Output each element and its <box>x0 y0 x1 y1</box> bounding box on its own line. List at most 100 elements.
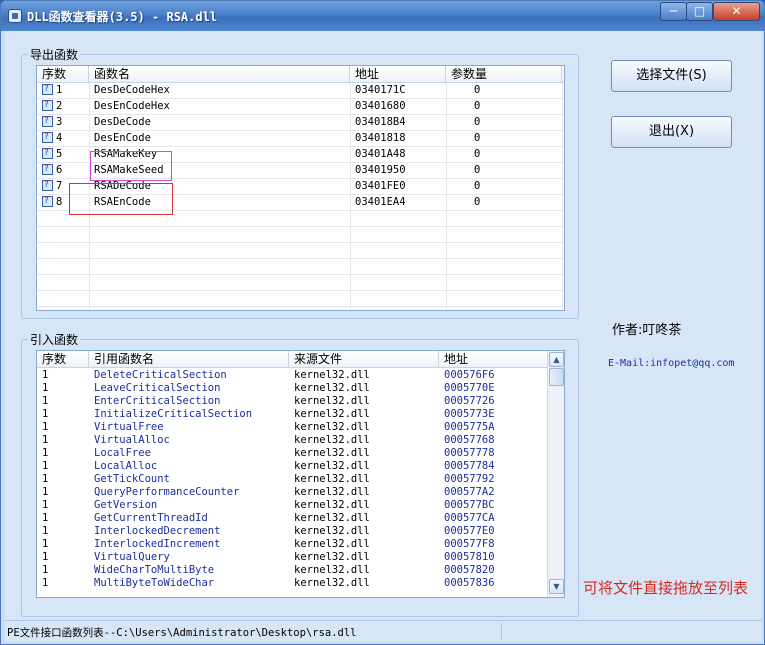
import-row[interactable]: 1 InitializeCriticalSection kernel32.dll 00… <box>37 408 547 421</box>
import-source: kernel32.dll <box>294 434 370 446</box>
import-name: GetTickCount <box>94 473 170 485</box>
import-ordinal: 1 <box>42 408 49 420</box>
import-ordinal: 1 <box>42 512 49 524</box>
email-link[interactable]: E-Mail:infopet@qq.com <box>608 358 734 369</box>
exports-col-params[interactable]: 参数量 <box>446 66 562 83</box>
import-ordinal: 1 <box>42 538 49 550</box>
import-ordinal: 1 <box>42 382 49 394</box>
import-row[interactable]: 1 WideCharToMultiByte kernel32.dll 00057820 <box>37 564 547 577</box>
import-address: 00057778 <box>444 447 495 459</box>
import-address: 000577BC <box>444 499 495 511</box>
export-address: 034018B4 <box>355 116 406 128</box>
export-row[interactable]: 2 DesEnCodeHex 03401680 0 <box>37 99 564 115</box>
scroll-thumb[interactable] <box>549 368 564 386</box>
import-row[interactable]: 1 InterlockedDecrement kernel32.dll 000577E… <box>37 525 547 538</box>
export-address: 03401818 <box>355 132 406 144</box>
imports-col-address[interactable]: 地址 <box>439 351 549 368</box>
import-row[interactable]: 1 EnterCriticalSection kernel32.dll 0005772… <box>37 395 547 408</box>
import-row[interactable]: 1 GetTickCount kernel32.dll 00057792 <box>37 473 547 486</box>
close-button[interactable]: ✕ <box>713 2 760 21</box>
highlight-box-rsa-key <box>90 151 172 181</box>
exports-list[interactable]: 序数 函数名 地址 参数量 1 DesDeCodeHex 0340171C 0 2 Des… <box>36 65 565 311</box>
import-row[interactable]: 1 VirtualFree kernel32.dll 0005775A <box>37 421 547 434</box>
export-name: DesDeCode <box>94 116 151 128</box>
close-icon: ✕ <box>731 4 742 18</box>
import-name: InterlockedIncrement <box>94 538 221 550</box>
import-row[interactable]: 1 QueryPerformanceCounter kernel32.dll 0005… <box>37 486 547 499</box>
title-bar[interactable]: DLL函数查看器(3.5) - RSA.dll ─ □ ✕ <box>1 1 764 31</box>
help-doc-icon <box>42 195 53 209</box>
import-name: MultiByteToWideChar <box>94 577 215 589</box>
help-doc-icon <box>42 115 53 129</box>
import-row[interactable]: 1 GetCurrentThreadId kernel32.dll 000577CA <box>37 512 547 525</box>
imports-col-source[interactable]: 来源文件 <box>289 351 439 368</box>
help-doc-icon <box>42 179 53 193</box>
export-params: 0 <box>474 196 481 208</box>
export-name: DesEnCode <box>94 132 151 144</box>
import-address: 00057768 <box>444 434 495 446</box>
empty-row <box>37 227 564 243</box>
import-row[interactable]: 1 GetVersion kernel32.dll 000577BC <box>37 499 547 512</box>
import-address: 00057726 <box>444 395 495 407</box>
maximize-button[interactable]: □ <box>686 2 713 21</box>
import-address: 0005770E <box>444 382 495 394</box>
import-address: 000577F8 <box>444 538 495 550</box>
import-name: LocalAlloc <box>94 460 158 472</box>
scroll-up-arrow-icon[interactable]: ▲ <box>549 352 564 367</box>
author-label: 作者:叮咚茶 <box>612 323 682 338</box>
import-address: 0005775A <box>444 421 495 433</box>
export-params: 0 <box>474 164 481 176</box>
import-name: VirtualAlloc <box>94 434 170 446</box>
import-row[interactable]: 1 MultiByteToWideChar kernel32.dll 00057836 <box>37 577 547 590</box>
export-params: 0 <box>474 84 481 96</box>
import-name: QueryPerformanceCounter <box>94 486 240 498</box>
import-address: 000577CA <box>444 512 495 524</box>
import-ordinal: 1 <box>42 421 49 433</box>
import-row[interactable]: 1 VirtualAlloc kernel32.dll 00057768 <box>37 434 547 447</box>
export-address: 03401FE0 <box>355 180 406 192</box>
window-title: DLL函数查看器(3.5) - RSA.dll <box>27 10 218 24</box>
export-ordinal: 6 <box>37 163 89 179</box>
export-row[interactable]: 3 DesDeCode 034018B4 0 <box>37 115 564 131</box>
imports-group: 引入函数 序数 引用函数名 来源文件 地址 1 DeleteCriticalSec… <box>21 331 579 617</box>
minimize-button[interactable]: ─ <box>660 2 687 21</box>
import-row[interactable]: 1 LeaveCriticalSection kernel32.dll 0005770… <box>37 382 547 395</box>
import-ordinal: 1 <box>42 525 49 537</box>
import-source: kernel32.dll <box>294 538 370 550</box>
imports-list-header: 序数 引用函数名 来源文件 地址 <box>37 351 549 368</box>
import-name: DeleteCriticalSection <box>94 369 227 381</box>
main-window: DLL函数查看器(3.5) - RSA.dll ─ □ ✕ 导出函数 序数 函数… <box>0 0 765 645</box>
import-row[interactable]: 1 DeleteCriticalSection kernel32.dll 000576… <box>37 369 547 382</box>
help-doc-icon <box>42 131 53 145</box>
import-row[interactable]: 1 LocalAlloc kernel32.dll 00057784 <box>37 460 547 473</box>
scroll-down-arrow-icon[interactable]: ▼ <box>549 579 564 594</box>
import-name: EnterCriticalSection <box>94 395 221 407</box>
exports-group-title: 导出函数 <box>28 46 81 63</box>
empty-row <box>37 291 564 307</box>
imports-list[interactable]: 序数 引用函数名 来源文件 地址 1 DeleteCriticalSection k… <box>36 350 565 598</box>
import-row[interactable]: 1 VirtualQuery kernel32.dll 00057810 <box>37 551 547 564</box>
exports-col-name[interactable]: 函数名 <box>89 66 350 83</box>
imports-col-name[interactable]: 引用函数名 <box>89 351 289 368</box>
export-row[interactable]: 4 DesEnCode 03401818 0 <box>37 131 564 147</box>
import-ordinal: 1 <box>42 369 49 381</box>
select-file-button[interactable]: 选择文件(S) <box>611 60 732 92</box>
imports-scrollbar[interactable]: ▲ ▼ <box>547 351 564 597</box>
import-name: GetVersion <box>94 499 158 511</box>
export-address: 03401A48 <box>355 148 406 160</box>
export-ordinal: 1 <box>37 83 89 99</box>
status-bar: PE文件接口函数列表--C:\Users\Administrator\Deskt… <box>5 620 762 642</box>
exports-col-address[interactable]: 地址 <box>350 66 446 83</box>
import-source: kernel32.dll <box>294 512 370 524</box>
imports-col-ordinal[interactable]: 序数 <box>37 351 89 368</box>
import-ordinal: 1 <box>42 551 49 563</box>
import-row[interactable]: 1 LocalFree kernel32.dll 00057778 <box>37 447 547 460</box>
exports-col-ordinal[interactable]: 序数 <box>37 66 89 83</box>
import-source: kernel32.dll <box>294 447 370 459</box>
import-row[interactable]: 1 InterlockedIncrement kernel32.dll 000577F… <box>37 538 547 551</box>
import-address: 00057792 <box>444 473 495 485</box>
exit-button[interactable]: 退出(X) <box>611 116 732 148</box>
import-name: LeaveCriticalSection <box>94 382 221 394</box>
import-address: 00057784 <box>444 460 495 472</box>
export-row[interactable]: 1 DesDeCodeHex 0340171C 0 <box>37 83 564 99</box>
